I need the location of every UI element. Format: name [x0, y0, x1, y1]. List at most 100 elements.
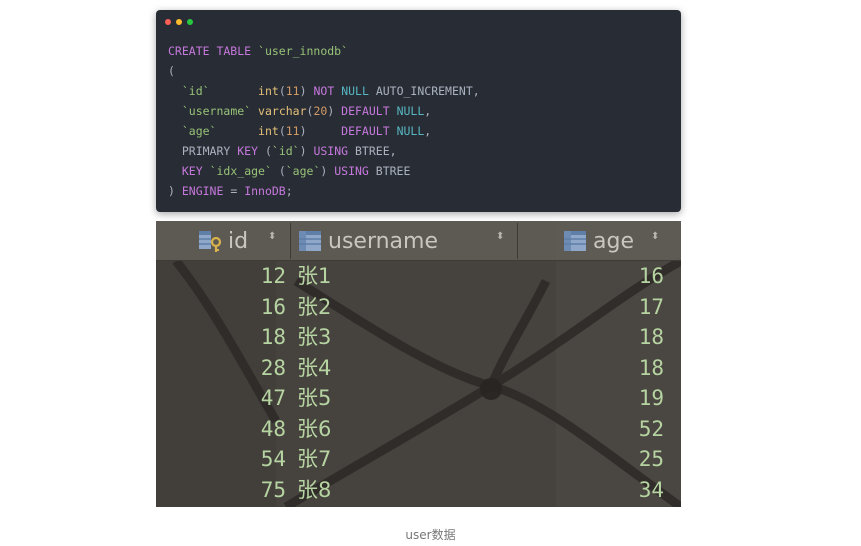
code-token: DEFAULT	[341, 124, 390, 138]
code-token: ,	[424, 124, 432, 138]
image-caption: user数据	[405, 528, 456, 542]
code-token: ENGINE	[181, 184, 224, 198]
table-row[interactable]: 18 张3 18	[156, 322, 681, 353]
cell-id[interactable]: 54	[156, 444, 286, 475]
column-header-username-label: username	[328, 228, 438, 254]
cell-username[interactable]: 张2	[297, 292, 497, 323]
code-token: varchar	[258, 104, 307, 118]
cell-id[interactable]: 28	[156, 353, 286, 384]
cell-age[interactable]: 18	[516, 353, 664, 384]
code-token: BTREE	[368, 164, 411, 178]
code-token: `user_innodb`	[258, 44, 349, 58]
cell-username[interactable]: 张4	[297, 353, 497, 384]
cell-age[interactable]: 52	[516, 414, 664, 445]
code-token: )	[168, 184, 182, 198]
code-token: NULL	[396, 124, 425, 138]
code-token: )	[299, 124, 342, 138]
column-header-username[interactable]: username	[298, 221, 438, 261]
cell-age[interactable]: 19	[516, 383, 664, 414]
sort-username-icon[interactable]: ⬍	[496, 232, 504, 242]
cell-id[interactable]: 12	[156, 261, 286, 292]
code-token: USING	[334, 164, 369, 178]
code-token: KEY	[181, 164, 203, 178]
cell-id[interactable]: 47	[156, 383, 286, 414]
minimize-dot-icon[interactable]	[176, 19, 182, 25]
data-grid: id ⬍ username ⬍ age ⬍ 12 张1 16 16 张2 17 …	[156, 221, 681, 507]
table-row[interactable]: 28 张4 18	[156, 353, 681, 384]
code-token: `id`	[181, 84, 210, 98]
code-token: DEFAULT	[341, 104, 390, 118]
sql-code-block: CREATE TABLE `user_innodb`( `id` int(11)…	[168, 41, 480, 201]
code-token: 20	[313, 104, 328, 118]
code-line: ) ENGINE = InnoDB;	[168, 181, 480, 201]
table-row[interactable]: 16 张2 17	[156, 292, 681, 323]
code-line: `id` int(11) NOT NULL AUTO_INCREMENT,	[168, 81, 480, 101]
code-token: NULL	[396, 104, 425, 118]
code-window: CREATE TABLE `user_innodb`( `id` int(11)…	[156, 10, 681, 212]
table-row[interactable]: 47 张5 19	[156, 383, 681, 414]
code-line: `username` varchar(20) DEFAULT NULL,	[168, 101, 480, 121]
maximize-dot-icon[interactable]	[187, 19, 193, 25]
code-token: 11	[285, 124, 300, 138]
column-divider[interactable]	[290, 223, 291, 259]
code-token: CREATE TABLE	[168, 44, 259, 58]
code-token: `id`	[271, 144, 300, 158]
sort-id-icon[interactable]: ⬍	[268, 232, 276, 242]
column-icon	[564, 231, 586, 251]
code-token: )	[327, 104, 342, 118]
cell-age[interactable]: 17	[516, 292, 664, 323]
cell-username[interactable]: 张5	[297, 383, 497, 414]
code-token: (	[271, 164, 286, 178]
code-token: )	[299, 84, 314, 98]
code-line: CREATE TABLE `user_innodb`	[168, 41, 480, 61]
code-token: ,	[424, 104, 432, 118]
primary-key-column-icon	[199, 231, 222, 252]
code-token: `age`	[181, 124, 217, 138]
cell-id[interactable]: 16	[156, 292, 286, 323]
column-divider[interactable]	[517, 223, 518, 259]
cell-username[interactable]: 张8	[297, 475, 497, 506]
code-token: )	[320, 164, 335, 178]
cell-username[interactable]: 张6	[297, 414, 497, 445]
column-header-id[interactable]: id	[198, 221, 248, 261]
code-token: `username`	[181, 104, 252, 118]
table-row[interactable]: 48 张6 52	[156, 414, 681, 445]
table-row[interactable]: 12 张1 16	[156, 261, 681, 292]
cell-age[interactable]: 34	[516, 475, 664, 506]
code-token: NULL	[341, 84, 369, 98]
code-token: )	[299, 144, 314, 158]
cell-age[interactable]: 25	[516, 444, 664, 475]
code-token: `idx_age`	[209, 164, 272, 178]
cell-username[interactable]: 张7	[297, 444, 497, 475]
column-header-age[interactable]: age	[563, 221, 634, 261]
code-token: `age`	[285, 164, 321, 178]
cell-id[interactable]: 75	[156, 475, 286, 506]
code-line: (	[168, 61, 480, 81]
cell-age[interactable]: 16	[516, 261, 664, 292]
table-row[interactable]: 54 张7 25	[156, 444, 681, 475]
cell-age[interactable]: 18	[516, 322, 664, 353]
cell-id[interactable]: 48	[156, 414, 286, 445]
code-line: KEY `idx_age` (`age`) USING BTREE	[168, 161, 480, 181]
code-token: BTREE,	[348, 144, 397, 158]
grid-header: id ⬍ username ⬍ age ⬍	[156, 221, 681, 261]
code-token: (	[168, 64, 175, 78]
cell-username[interactable]: 张3	[297, 322, 497, 353]
code-token: PRIMARY	[168, 144, 238, 158]
code-token: =	[223, 184, 245, 198]
table-row[interactable]: 75 张8 34	[156, 475, 681, 506]
cell-id[interactable]: 18	[156, 322, 286, 353]
sort-age-icon[interactable]: ⬍	[651, 232, 659, 242]
close-dot-icon[interactable]	[165, 19, 171, 25]
code-token: NOT	[313, 84, 335, 98]
cell-username[interactable]: 张1	[297, 261, 497, 292]
code-token: int	[258, 124, 279, 138]
